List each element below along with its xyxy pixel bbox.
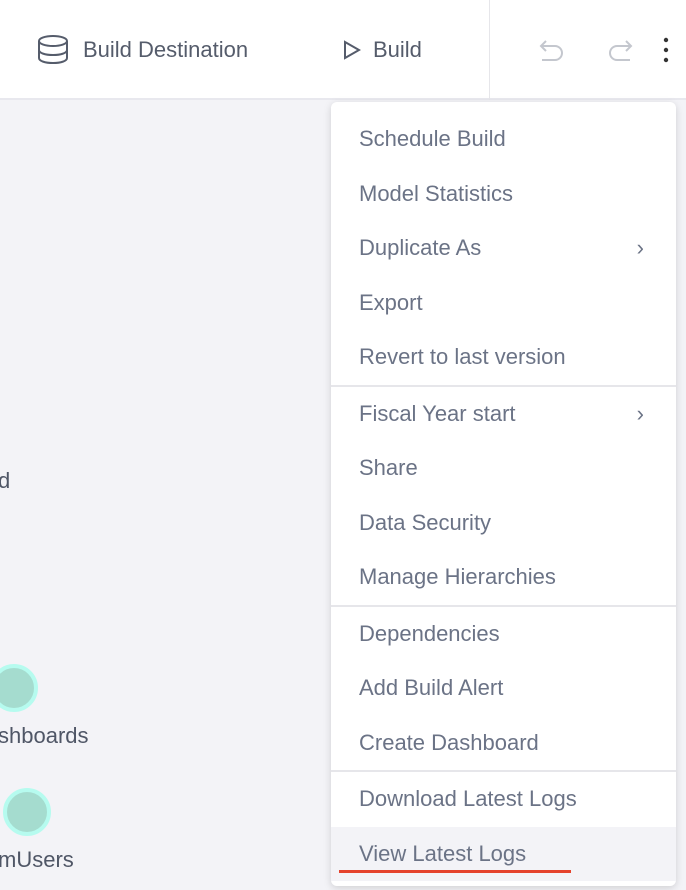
canvas-node[interactable] [3, 788, 51, 836]
build-label: Build [373, 37, 422, 62]
divider [489, 0, 490, 100]
build-destination-button[interactable]: Build Destination [37, 34, 248, 66]
menu-item-label: Dependencies [359, 620, 500, 646]
menu-item-add-build-alert[interactable]: Add Build Alert [331, 661, 676, 716]
menu-item-label: Export [359, 289, 423, 315]
canvas-node-label: shboards [0, 723, 89, 748]
menu-item-label: Fiscal Year start [359, 400, 516, 426]
menu-item-schedule-build[interactable]: Schedule Build [331, 112, 676, 167]
more-options-button[interactable] [654, 36, 678, 64]
menu-item-revert-to-last-version[interactable]: Revert to last version [331, 330, 676, 385]
menu-item-export[interactable]: Export [331, 276, 676, 331]
menu-item-create-dashboard[interactable]: Create Dashboard [331, 716, 676, 771]
menu-item-download-latest-logs[interactable]: Download Latest Logs [331, 772, 676, 827]
menu-item-label: Download Latest Logs [359, 786, 577, 812]
play-icon [344, 40, 361, 60]
menu-item-duplicate-as[interactable]: Duplicate As › [331, 221, 676, 276]
menu-item-label: View Latest Logs [359, 840, 527, 866]
canvas-node-label: d [0, 468, 11, 493]
undo-icon [539, 40, 563, 61]
menu-item-data-security[interactable]: Data Security [331, 496, 676, 551]
menu-item-label: Share [359, 455, 418, 481]
menu-item-label: Model Statistics [359, 180, 514, 206]
toolbar: Build Destination Build [0, 0, 686, 100]
menu-item-manage-hierarchies[interactable]: Manage Hierarchies [331, 550, 676, 605]
menu-item-view-latest-logs[interactable]: View Latest Logs [331, 826, 676, 881]
menu-item-label: Revert to last version [359, 344, 566, 370]
database-icon [38, 35, 68, 65]
redo-icon [609, 40, 633, 61]
highlight-underline [339, 870, 571, 873]
chevron-right-icon: › [636, 400, 644, 426]
canvas-node-label: mUsers [0, 847, 74, 872]
menu-item-label: Data Security [359, 509, 492, 535]
undo-button[interactable] [537, 36, 567, 64]
redo-button[interactable] [605, 36, 635, 64]
menu-item-label: Schedule Build [359, 126, 506, 152]
build-button[interactable]: Build [343, 34, 422, 66]
build-destination-label: Build Destination [83, 37, 249, 62]
menu-item-dependencies[interactable]: Dependencies [331, 607, 676, 662]
menu-item-label: Manage Hierarchies [359, 564, 556, 590]
menu-item-model-statistics[interactable]: Model Statistics [331, 167, 676, 222]
menu-item-label: Duplicate As [359, 235, 482, 261]
menu-item-label: Create Dashboard [359, 729, 539, 755]
menu-item-share[interactable]: Share [331, 441, 676, 496]
chevron-right-icon: › [636, 235, 644, 261]
menu-item-fiscal-year-start[interactable]: Fiscal Year start › [331, 387, 676, 442]
more-options-menu: Schedule Build Model Statistics Duplicate … [331, 102, 676, 886]
canvas-node[interactable] [0, 664, 38, 712]
more-vertical-icon [663, 37, 669, 63]
menu-item-label: Add Build Alert [359, 675, 504, 701]
